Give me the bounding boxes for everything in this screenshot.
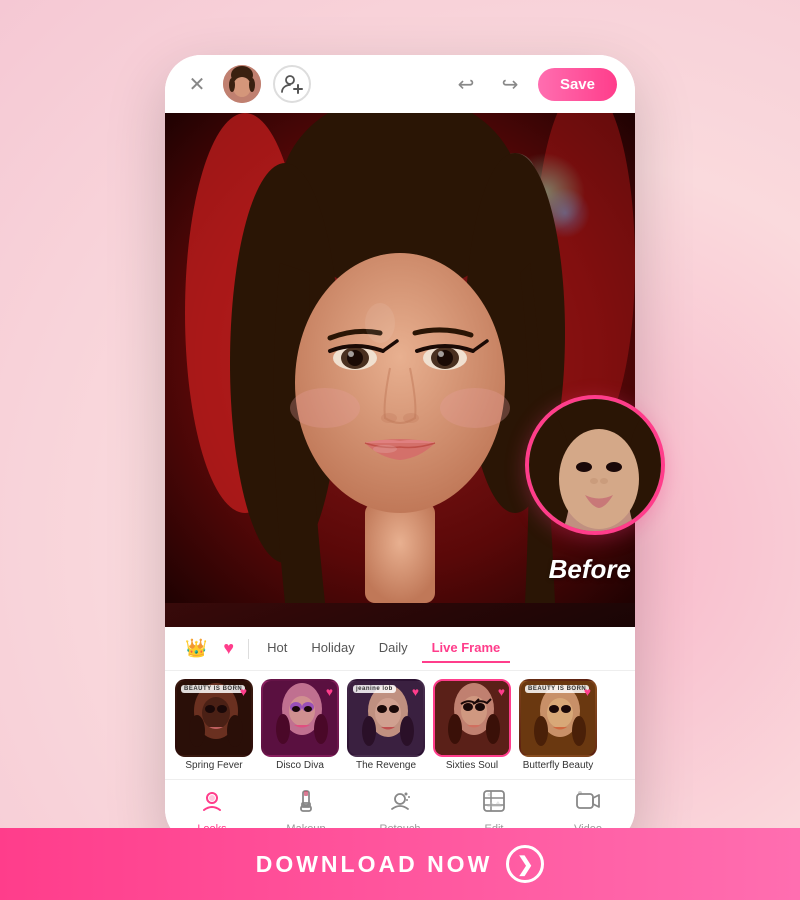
filter-disco-diva[interactable]: ♥ Disco Diva: [261, 679, 339, 771]
undo-button[interactable]: ↩: [450, 68, 482, 100]
revenge-heart: ♥: [412, 685, 419, 699]
page-container: ✕: [0, 0, 800, 900]
redo-button[interactable]: ↪: [494, 68, 526, 100]
spring-brand-tag: BEAUTY IS BORN: [181, 685, 245, 693]
top-bar: ✕: [165, 55, 635, 113]
tab-live-frame[interactable]: Live Frame: [422, 634, 511, 663]
filter-thumb-sixties: ♥: [433, 679, 511, 757]
filter-thumb-disco: ♥: [261, 679, 339, 757]
download-text: DOWNLOAD NOW: [256, 851, 493, 878]
avatar[interactable]: [223, 65, 261, 103]
portrait-image: [165, 113, 635, 603]
edit-icon: [481, 788, 507, 820]
tab-crown[interactable]: 👑: [179, 634, 213, 663]
sixties-label: Sixties Soul: [446, 760, 498, 771]
phone-mockup: ✕: [165, 55, 635, 845]
filter-butterfly-beauty[interactable]: BEAUTY IS BORN ♥ Butterfly Beauty: [519, 679, 597, 771]
retouch-icon: [387, 788, 413, 820]
photo-area: [165, 113, 635, 627]
revenge-brand-tag: jeanine lob: [353, 685, 396, 693]
disco-heart: ♥: [326, 685, 333, 699]
category-tabs: 👑 ♥ Hot Holiday Daily Live Frame: [165, 627, 635, 671]
filter-spring-fever[interactable]: BEAUTY IS BORN ♥ Spring Fever: [175, 679, 253, 771]
spring-label: Spring Fever: [185, 760, 242, 771]
tab-daily[interactable]: Daily: [369, 634, 418, 663]
filter-the-revenge[interactable]: jeanine lob ♥ The Revenge: [347, 679, 425, 771]
disco-label: Disco Diva: [276, 760, 324, 771]
tab-favorites[interactable]: ♥: [217, 634, 240, 663]
tab-hot[interactable]: Hot: [257, 634, 297, 663]
looks-icon: [199, 788, 225, 820]
save-button[interactable]: Save: [538, 68, 617, 101]
before-label: Before: [549, 554, 631, 585]
filter-row: BEAUTY IS BORN ♥ Spring Fever: [165, 671, 635, 779]
filter-thumb-spring: BEAUTY IS BORN ♥: [175, 679, 253, 757]
butterfly-heart: ♥: [584, 685, 591, 699]
before-preview: [525, 395, 665, 535]
close-button[interactable]: ✕: [183, 70, 211, 98]
makeup-icon: [293, 788, 319, 820]
revenge-label: The Revenge: [356, 760, 416, 771]
tab-holiday[interactable]: Holiday: [301, 634, 364, 663]
filter-thumb-butterfly: BEAUTY IS BORN ♥: [519, 679, 597, 757]
sixties-heart: ♥: [498, 685, 505, 699]
add-person-button[interactable]: [273, 65, 311, 103]
download-arrow-icon: ❯: [506, 845, 544, 883]
filter-sixties-soul[interactable]: ♥ Sixties Soul: [433, 679, 511, 771]
filter-thumb-revenge: jeanine lob ♥: [347, 679, 425, 757]
butterfly-label: Butterfly Beauty: [523, 760, 594, 771]
video-icon: [575, 788, 601, 820]
butterfly-brand-tag: BEAUTY IS BORN: [525, 685, 589, 693]
spring-heart: ♥: [240, 685, 247, 699]
tab-divider: [248, 639, 249, 659]
download-banner[interactable]: DOWNLOAD NOW ❯: [0, 828, 800, 900]
